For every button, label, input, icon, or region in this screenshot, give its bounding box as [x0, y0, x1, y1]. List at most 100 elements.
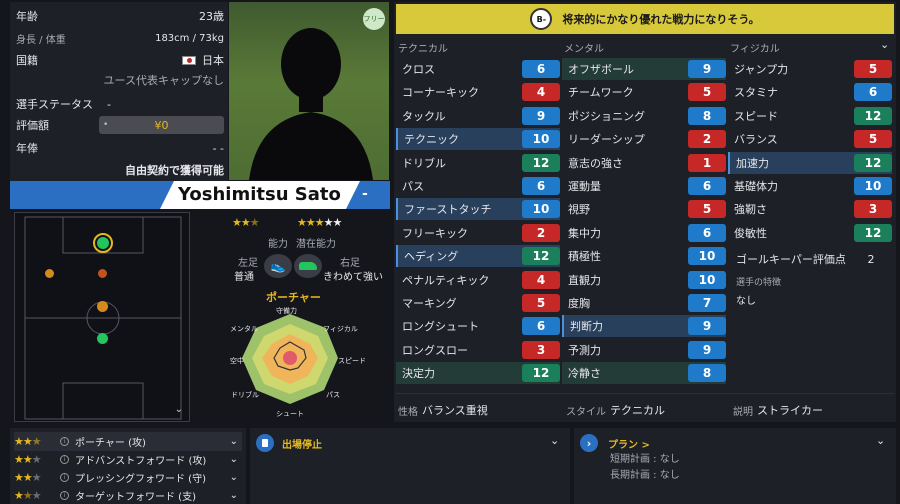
attr-label: 俊敏性: [734, 226, 767, 240]
plan-title[interactable]: プラン >: [608, 436, 650, 451]
style-value: テクニカル: [610, 404, 665, 417]
attr-value-badge: 5: [854, 60, 892, 78]
role-stars: ★★★: [14, 435, 42, 448]
position-amc[interactable]: [98, 269, 107, 278]
gk-label: ゴールキーパー評価点: [736, 253, 846, 266]
attr-label: クロス: [402, 63, 435, 76]
technical-attr-row[interactable]: コーナーキック 4: [396, 81, 560, 103]
status-row: 選手ステータス -: [16, 96, 224, 112]
role-item[interactable]: ★★★ i プレッシングフォワード (守) ⌄: [14, 468, 242, 487]
mental-attr-row[interactable]: 集中力 6: [562, 222, 726, 244]
chevron-down-icon[interactable]: ⌄: [175, 404, 183, 415]
chevron-down-icon[interactable]: ⌄: [230, 490, 238, 501]
attr-value-badge: 12: [522, 153, 560, 172]
technical-attr-row[interactable]: マーキング 5: [396, 292, 560, 314]
technical-attr-row[interactable]: タックル 9: [396, 105, 560, 127]
position-st-main[interactable]: [93, 233, 113, 253]
info-icon[interactable]: i: [60, 473, 69, 482]
potential-label: 潜在能力: [296, 239, 336, 250]
chevron-down-icon[interactable]: ⌄: [230, 472, 238, 483]
physical-attr-row[interactable]: 強靭さ 3: [728, 198, 892, 220]
mental-attr-row[interactable]: 冷静さ 8: [562, 362, 726, 385]
plan-icon[interactable]: ›: [580, 434, 598, 452]
technical-attr-row[interactable]: ロングシュート 6: [396, 315, 560, 337]
info-icon[interactable]: i: [60, 455, 69, 464]
attr-value-badge: 3: [854, 200, 892, 219]
mental-attr-row[interactable]: 運動量 6: [562, 175, 726, 197]
role-name: ターゲットフォワード (支): [75, 492, 196, 503]
mental-attr-row[interactable]: リーダーシップ 2: [562, 128, 726, 150]
position-mc[interactable]: [97, 301, 108, 312]
technical-attr-row[interactable]: クロス 6: [396, 58, 560, 80]
traits-value: なし: [736, 296, 756, 307]
technical-attr-row[interactable]: ヘディング 12: [396, 245, 560, 268]
physical-attr-row[interactable]: 加速力 12: [728, 151, 892, 174]
mental-attr-row[interactable]: 判断力 9: [562, 315, 726, 338]
mental-attr-row[interactable]: 視野 5: [562, 198, 726, 220]
physical-attr-row[interactable]: スタミナ 6: [728, 81, 892, 103]
position-dm[interactable]: [97, 333, 108, 344]
physical-attr-row[interactable]: 基礎体力 10: [728, 175, 892, 197]
attr-value-badge: 8: [688, 364, 726, 383]
radar-label-pass: パス: [326, 391, 340, 399]
nation-value-wrap[interactable]: 日本: [182, 52, 224, 68]
value-dot-icon: •: [103, 120, 109, 130]
role-name: アドバンストフォワード (攻): [75, 456, 207, 467]
traits-label: 選手の特徴: [736, 278, 782, 288]
attr-value-badge: 5: [522, 294, 560, 312]
technical-attr-row[interactable]: 決定力 12: [396, 362, 560, 385]
physical-attr-row[interactable]: ジャンプ力 5: [728, 58, 892, 80]
attr-value-badge: 2: [522, 223, 560, 242]
info-icon[interactable]: i: [60, 437, 69, 446]
description: 説明 ストライカー: [733, 402, 823, 418]
plan-long: 長期計画 : なし: [610, 470, 680, 481]
attr-value-badge: 9: [688, 317, 726, 336]
physical-attr-row[interactable]: 俊敏性 12: [728, 222, 892, 244]
physical-attr-row[interactable]: スピード 12: [728, 105, 892, 127]
mental-attr-row[interactable]: 積極性 10: [562, 245, 726, 267]
radar-label-dribble: ドリブル: [231, 391, 259, 399]
mental-title: メンタル: [564, 44, 604, 55]
mental-attr-row[interactable]: ポジショニング 8: [562, 105, 726, 127]
chevron-down-icon[interactable]: ⌄: [230, 436, 238, 447]
right-foot-label: 右足: [340, 258, 360, 269]
transfer-note: 自由契約で獲得可能: [125, 164, 224, 177]
attr-label: 冷静さ: [568, 367, 601, 381]
role-item[interactable]: ★★★ i ポーチャー (攻) ⌄: [14, 432, 242, 451]
radar-label-aerial: 空中: [230, 357, 244, 365]
mental-attr-row[interactable]: 意志の強さ 1: [562, 152, 726, 174]
info-icon[interactable]: i: [60, 491, 69, 500]
chevron-down-icon[interactable]: ⌄: [230, 454, 238, 465]
role-item[interactable]: ★★★ i アドバンストフォワード (攻) ⌄: [14, 450, 242, 469]
position-aml[interactable]: [45, 269, 54, 278]
technical-attr-row[interactable]: ロングスロー 3: [396, 339, 560, 361]
technical-attr-row[interactable]: フリーキック 2: [396, 222, 560, 244]
value-box[interactable]: • ¥0: [99, 116, 224, 134]
chevron-down-icon[interactable]: ⌄: [550, 434, 559, 447]
role-item[interactable]: ★★★ i ターゲットフォワード (支) ⌄: [14, 486, 242, 504]
physical-attr-row[interactable]: バランス 5: [728, 128, 892, 150]
technical-attr-row[interactable]: パス 6: [396, 175, 560, 197]
technical-attr-row[interactable]: ファーストタッチ 10: [396, 198, 560, 221]
attr-value-badge: 12: [854, 223, 892, 242]
technical-attr-row[interactable]: ペナルティキック 4: [396, 269, 560, 291]
mental-attr-row[interactable]: チームワーク 5: [562, 81, 726, 103]
attr-label: コーナーキック: [402, 86, 479, 100]
attr-value-badge: 12: [522, 247, 560, 266]
desc-label: 説明: [733, 406, 753, 418]
position-pitch[interactable]: ⌄: [14, 212, 190, 422]
mental-attr-row[interactable]: オフザボール 9: [562, 58, 726, 80]
mental-attr-row[interactable]: 度胸 7: [562, 292, 726, 314]
technical-attr-row[interactable]: テクニック 10: [396, 128, 560, 151]
attr-label: 予測力: [568, 343, 601, 357]
chevron-down-icon[interactable]: ⌄: [880, 38, 889, 51]
technical-attr-row[interactable]: ドリブル 12: [396, 152, 560, 174]
attr-value-badge: 1: [688, 153, 726, 172]
mental-attr-row[interactable]: 予測力 9: [562, 339, 726, 361]
wage-label: 年俸: [16, 142, 38, 155]
mental-attr-row[interactable]: 直観力 10: [562, 269, 726, 291]
age-value: 23歳: [199, 10, 224, 23]
chevron-down-icon[interactable]: ⌄: [876, 434, 885, 447]
physical-title: フィジカル: [730, 44, 780, 55]
nation-note: ユース代表キャップなし: [103, 74, 224, 87]
